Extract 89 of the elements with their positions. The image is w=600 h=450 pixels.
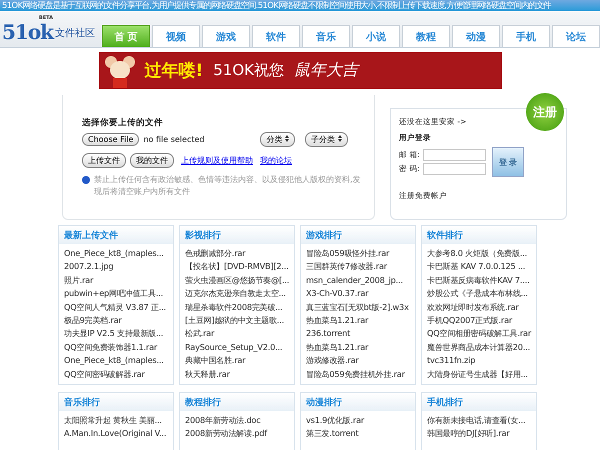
banner-greeting: 过年喽!	[144, 60, 204, 82]
card-title: 动漫排行	[306, 396, 342, 408]
card-title: 教程排行	[185, 396, 221, 408]
card-title: 最新上传文件	[64, 229, 118, 242]
nav-tab[interactable]: 论坛	[552, 25, 600, 47]
file-link[interactable]: 大陆身份证号生成器【好用...	[427, 368, 536, 382]
file-link[interactable]: 236.torrent	[306, 327, 415, 341]
file-link[interactable]: 你有新未接电话,请查看(女...	[427, 414, 536, 428]
file-link[interactable]: 色戒删减部分.rar	[185, 247, 294, 260]
file-link[interactable]: 【投名状】[DVD-RMVB][2...	[185, 260, 294, 274]
help-link[interactable]: 我的论坛	[260, 155, 292, 166]
file-link[interactable]: QQ空间密码破解器.rar	[64, 368, 173, 382]
choose-file-button[interactable]: Choose File	[82, 133, 140, 146]
logo-text[interactable]: 51ok	[2, 21, 54, 43]
nav-tab[interactable]: 教程	[402, 25, 450, 47]
file-link[interactable]: 炒股公式《子悬成本布林线...	[427, 287, 536, 301]
banner-wish: 51OK祝您	[213, 61, 284, 80]
file-link[interactable]: 照片.rar	[64, 274, 173, 288]
card-title: 软件排行	[427, 230, 463, 242]
file-link[interactable]: pubwin+ep网吧冲值工具...	[64, 287, 173, 301]
file-link[interactable]: 功夫显IP V2.5 支持最新版...	[64, 327, 173, 341]
file-link[interactable]: 秋天释册.rar	[185, 368, 294, 382]
card-title: 手机排行	[427, 396, 463, 408]
my-files-button[interactable]: 我的文件	[130, 153, 174, 168]
nav-tab[interactable]: 小说	[352, 25, 400, 47]
file-link[interactable]: 欢欢网址即时发布系统.rar	[427, 300, 536, 314]
file-link[interactable]: QQ空间相册密码破解工具.rar	[427, 327, 536, 341]
file-link[interactable]: 典藏中国名胜.rar	[185, 354, 294, 368]
file-link[interactable]: 游戏修改器.rar	[306, 354, 415, 368]
category-select[interactable]: 分类	[260, 132, 296, 147]
upload-title: 选择你要上传的文件	[82, 117, 164, 129]
file-link[interactable]: 松武.rar	[185, 327, 294, 341]
nav-tab[interactable]: 动漫	[452, 25, 500, 47]
file-link[interactable]: 手机QQ2007正式版.rar	[427, 314, 536, 328]
file-link[interactable]: 卡巴斯基 KAV 7.0.0.125 ...	[427, 260, 536, 274]
updown-icon	[338, 135, 342, 142]
banner-blessing: 鼠年大吉	[294, 60, 358, 81]
file-link[interactable]: 瑞星杀毒软件2008完美破...	[185, 300, 294, 314]
file-link[interactable]: A.Man.In.Love(Original V...	[64, 427, 173, 441]
email-field[interactable]	[422, 149, 486, 161]
logo-subtitle: 文件社区	[55, 26, 96, 40]
file-link[interactable]: 热血菜鸟1.21.rar	[306, 314, 415, 328]
file-link[interactable]: QQ空间人气精灵 V3.87 正...	[64, 300, 173, 314]
card-title: 影视排行	[185, 229, 221, 242]
nav-tab[interactable]: 游戏	[202, 25, 250, 47]
file-link[interactable]: 大参考8.0 火炬版（免费版...	[427, 247, 536, 260]
new-year-banner[interactable]: 过年喽! 51OK祝您 鼠年大吉	[98, 52, 502, 89]
file-link[interactable]: 真三蓝宝石[无双bt版-2].w3x	[306, 300, 415, 314]
file-link[interactable]: 太阳照常升起 黄秋生 美丽...	[64, 414, 173, 428]
file-link[interactable]: [土豆网]越狱的中文主题歌...	[185, 314, 294, 328]
mouse-icon	[104, 54, 134, 88]
file-link[interactable]: vs1.9优化版.rar	[306, 414, 415, 428]
nav-tab[interactable]: 手机	[502, 25, 550, 47]
file-link[interactable]: 卡巴斯基反病毒软件KAV 7....	[427, 274, 536, 288]
file-link[interactable]: 韩国最哼的DJ[好听].rar	[427, 427, 536, 441]
file-link[interactable]: RaySource_Setup_V2.0...	[185, 340, 294, 354]
card-title: 游戏排行	[306, 229, 342, 242]
announcement-text: 51OK网络硬盘是基于互联网的文件分享平台,为用户提供专属的网络硬盘空间.51OK网络硬盘不限制空间使用大小,不限制上传下载速度,方便管理网络硬盘空间内的文件	[2, 0, 551, 11]
card-title: 音乐排行	[64, 396, 100, 408]
file-link[interactable]: tvc311fn.zip	[427, 354, 536, 368]
updown-icon	[285, 135, 290, 142]
file-link[interactable]: 第三发.torrent	[306, 427, 415, 441]
file-link[interactable]: 冒险岛059吸怪外挂.rar	[306, 247, 415, 260]
file-link[interactable]: X3-Ch-V0.37.rar	[306, 287, 415, 301]
file-link[interactable]: 冒险岛059免费挂机外挂.rar	[306, 368, 415, 382]
password-field[interactable]	[422, 163, 486, 175]
file-link[interactable]: 三国群英传7修改器.rar	[306, 260, 415, 274]
notice-text: 禁止上传任何含有政治敏感、色情等违法内容、以及侵犯他人版权的资料,发现后将清空账户内所有文件	[94, 174, 362, 198]
file-link[interactable]: One_Piece_kt8_(maples...	[64, 247, 173, 260]
nav-tab[interactable]: 音乐	[302, 25, 350, 47]
file-link[interactable]: 萤火虫漫画区@悠扬节奏@[...	[185, 274, 294, 288]
nav-tab[interactable]: 视频	[152, 25, 200, 47]
file-link[interactable]: 热血菜鸟1.21.rar	[306, 340, 415, 354]
file-link[interactable]: 2007.2.1.jpg	[64, 260, 173, 274]
file-link[interactable]: 2008年新劳动法.doc	[185, 414, 294, 428]
help-link[interactable]: 上传规则及使用帮助	[181, 155, 253, 166]
file-link[interactable]: 迈克尔杰克逊亲自教走太空...	[185, 287, 294, 301]
info-icon	[82, 176, 90, 184]
file-link[interactable]: QQ空间免费装饰器1.1.rar	[64, 340, 173, 354]
file-link[interactable]: One_Piece_kt8_(maples...	[64, 354, 173, 368]
login-button[interactable]: 登 录	[492, 147, 524, 177]
file-link[interactable]: 魔兽世界商品成本计算器20...	[427, 340, 536, 354]
file-status: no file selected	[143, 135, 204, 144]
upload-button[interactable]: 上传文件	[82, 153, 126, 168]
subcategory-select[interactable]: 子分类	[305, 132, 348, 147]
file-link[interactable]: 2008新劳动法解读.pdf	[185, 427, 294, 441]
file-link[interactable]: msn_calender_2008_jp...	[306, 274, 415, 288]
file-link[interactable]: 极品9完美档.rar	[64, 314, 173, 328]
nav-tab[interactable]: 软件	[252, 25, 300, 47]
